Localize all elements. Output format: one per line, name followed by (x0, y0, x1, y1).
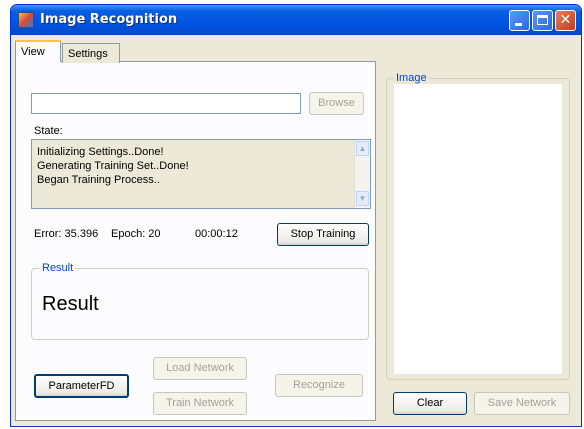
train-network-button[interactable]: Train Network (153, 392, 247, 415)
log-line: Initializing Settings..Done! (37, 146, 164, 158)
elapsed-time-text: 00:00:12 (195, 228, 238, 240)
save-network-button[interactable]: Save Network (474, 392, 570, 415)
state-log[interactable]: Initializing Settings..Done! Generating … (31, 139, 371, 209)
result-value: Result (42, 293, 99, 315)
tab-view[interactable]: View (15, 40, 61, 62)
state-label: State: (34, 125, 63, 137)
title-bar[interactable]: Image Recognition ✕ (11, 5, 581, 35)
log-scrollbar[interactable]: ▲ ▼ (354, 140, 370, 208)
close-button[interactable]: ✕ (555, 10, 576, 31)
image-canvas[interactable] (394, 84, 562, 374)
minimize-button[interactable] (509, 10, 530, 31)
load-network-button[interactable]: Load Network (153, 357, 247, 380)
scroll-down-icon[interactable]: ▼ (356, 191, 369, 206)
close-icon: ✕ (559, 12, 572, 28)
file-path-input[interactable] (31, 93, 301, 114)
maximize-button[interactable] (532, 10, 553, 31)
scroll-up-icon[interactable]: ▲ (356, 141, 369, 156)
epoch-text: Epoch: 20 (111, 228, 161, 240)
app-icon (18, 12, 34, 28)
browse-button[interactable]: Browse (309, 92, 364, 115)
parameterfd-button[interactable]: ParameterFD (34, 374, 129, 398)
clear-button[interactable]: Clear (393, 392, 467, 415)
minimize-icon (515, 23, 522, 26)
log-line: Began Training Process.. (37, 174, 160, 186)
log-line: Generating Training Set..Done! (37, 160, 189, 172)
recognize-button[interactable]: Recognize (275, 374, 363, 397)
window-title: Image Recognition (40, 12, 178, 27)
maximize-icon (537, 15, 548, 25)
stop-training-button[interactable]: Stop Training (277, 223, 369, 246)
tab-settings[interactable]: Settings (62, 43, 120, 63)
image-group-title: Image (394, 72, 429, 84)
result-group-title: Result (40, 262, 76, 274)
error-text: Error: 35.396 (34, 228, 99, 240)
